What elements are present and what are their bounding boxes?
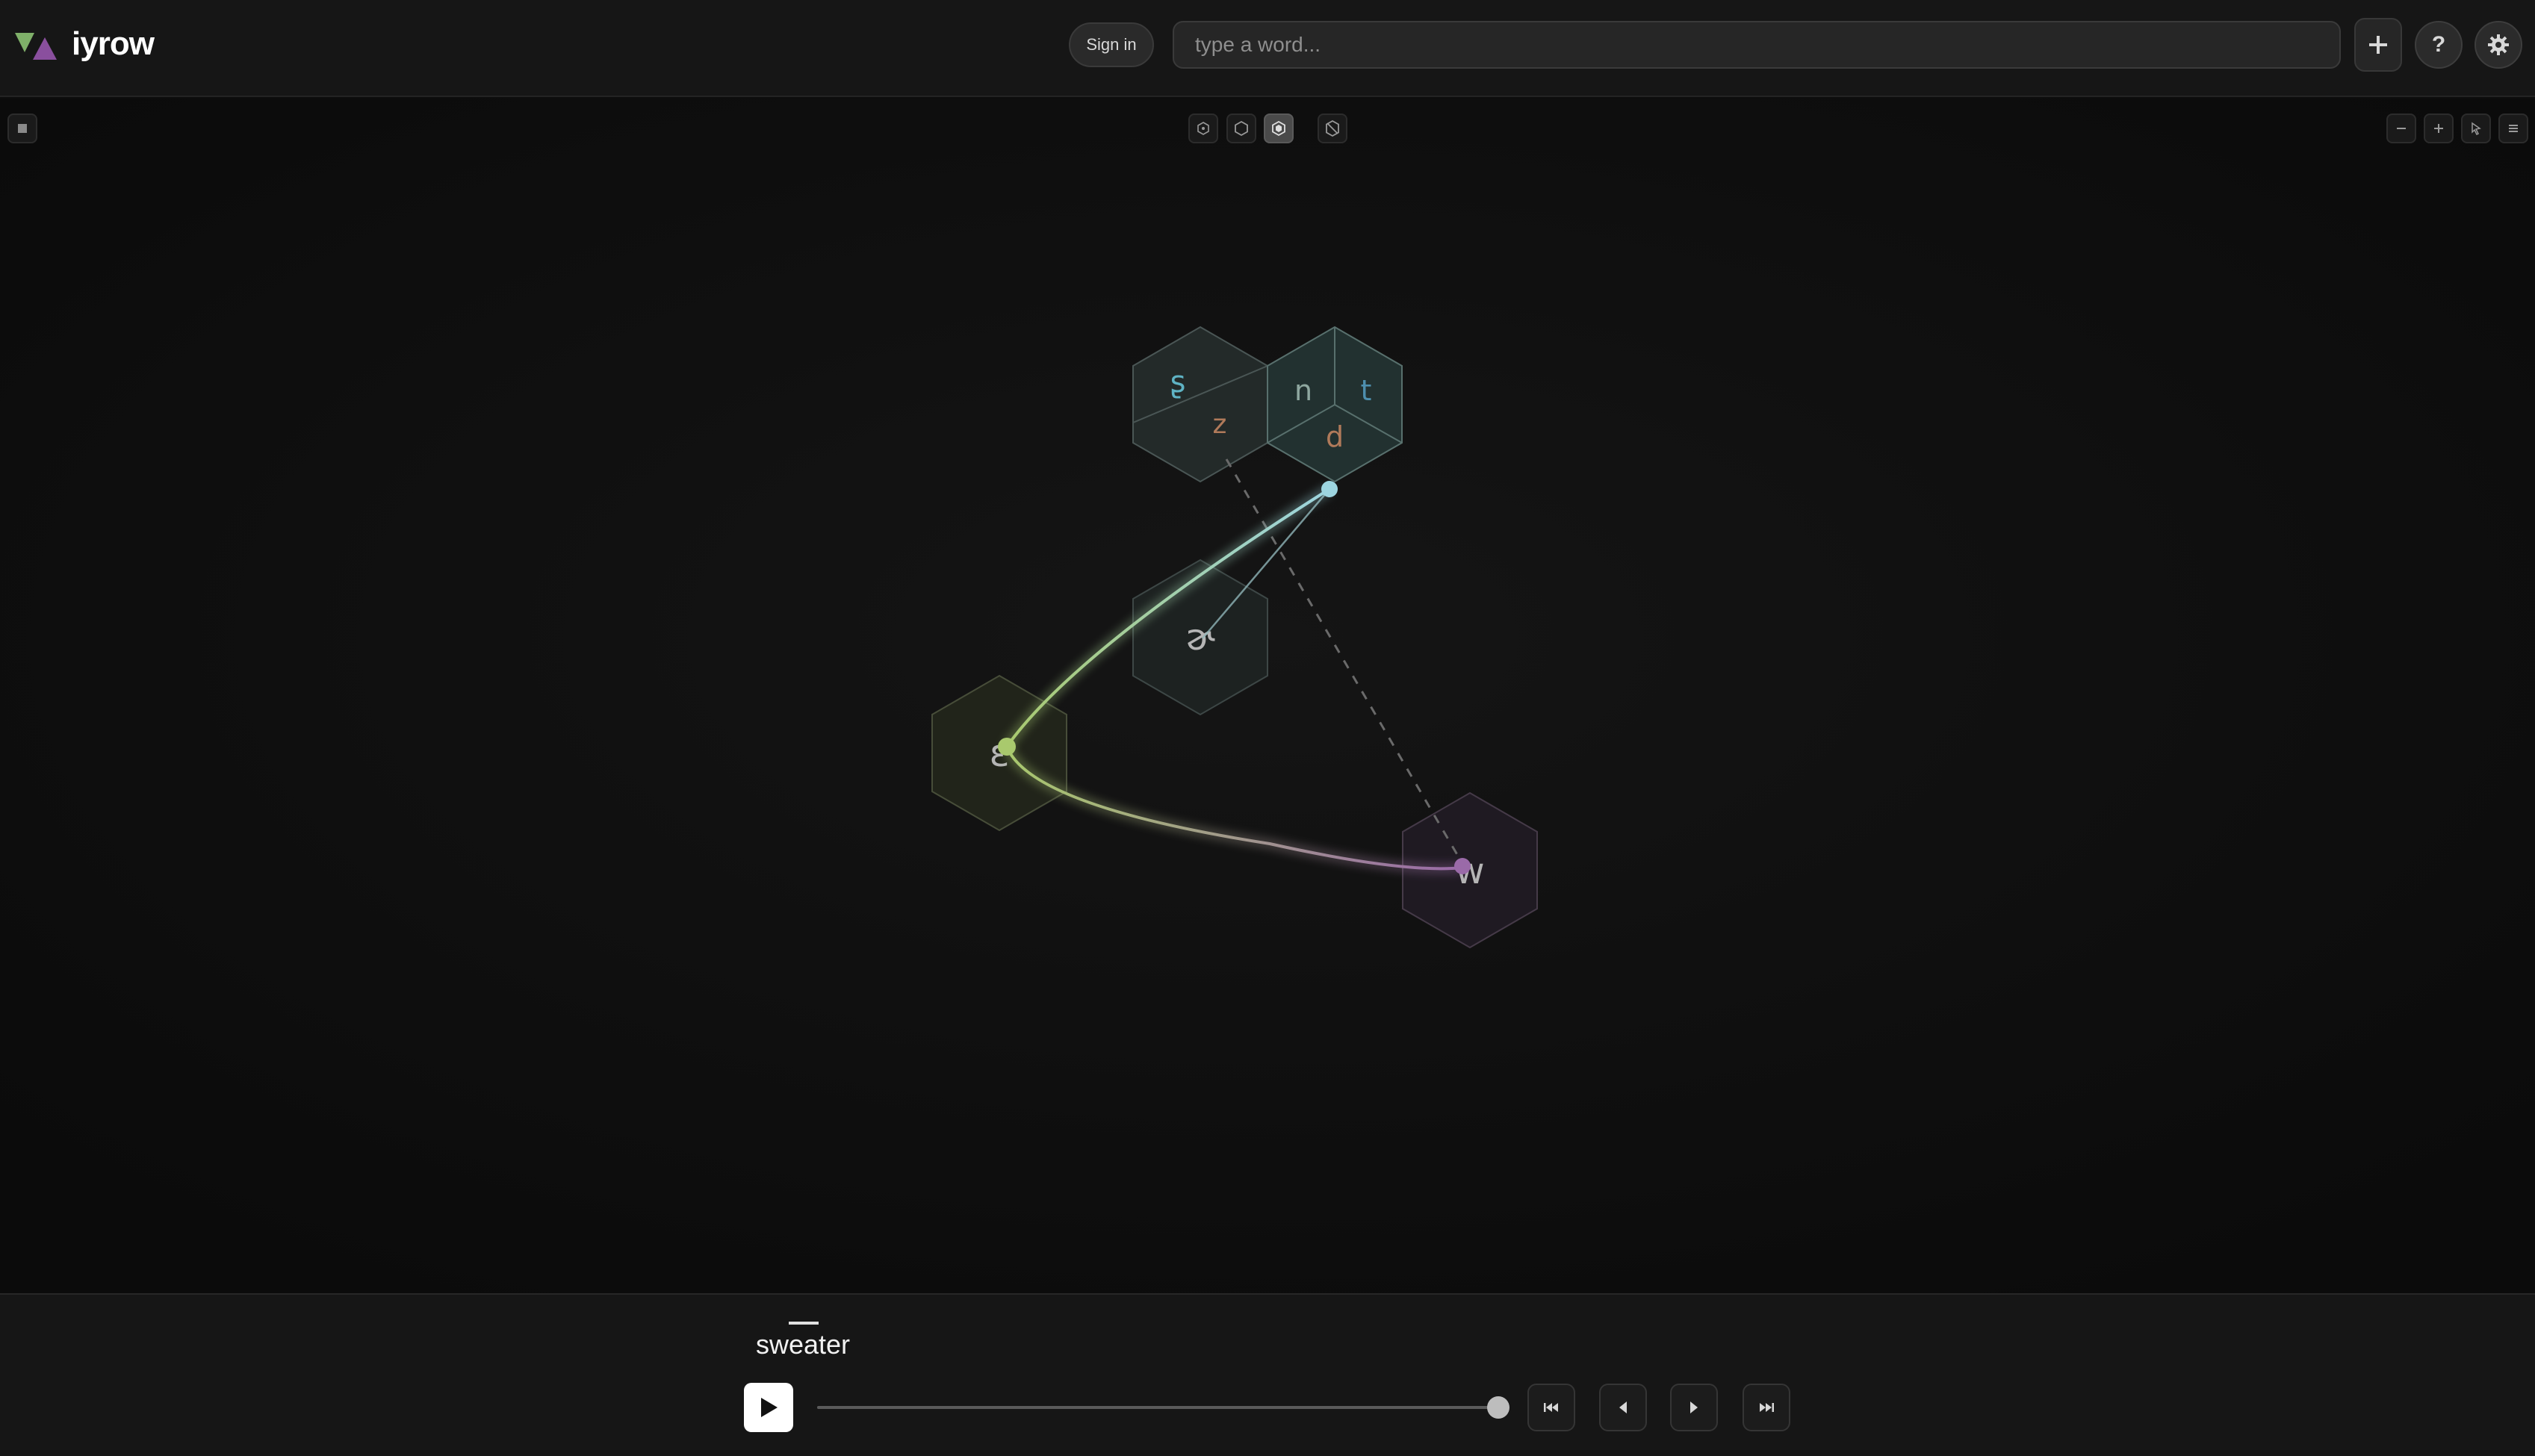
word-underline: [789, 1322, 819, 1325]
panel-toggle-button[interactable]: [7, 113, 37, 143]
glyph-z: z: [1213, 409, 1227, 440]
playback-thumb[interactable]: [1487, 1396, 1509, 1419]
view-hexagon-filled-button[interactable]: [1264, 113, 1294, 143]
hexagon-filled-icon: [1272, 120, 1285, 137]
skip-to-end-button[interactable]: [1743, 1384, 1790, 1431]
gear-icon: [2488, 34, 2509, 55]
zoom-in-icon: [2434, 124, 2443, 133]
glyph-n: n: [1294, 374, 1312, 407]
glyph-d: d: [1326, 420, 1344, 453]
play-icon: [761, 1398, 778, 1417]
help-icon: ?: [2431, 32, 2446, 57]
player-bar: [0, 1293, 2535, 1456]
help-button[interactable]: ?: [2415, 21, 2463, 69]
logo-icon: [15, 33, 57, 60]
step-back-button[interactable]: [1599, 1384, 1647, 1431]
add-button[interactable]: [2354, 18, 2402, 72]
playback-track[interactable]: [817, 1406, 1498, 1409]
zoom-in-button[interactable]: [2424, 113, 2454, 143]
step-forward-icon: [1690, 1401, 1698, 1413]
skip-to-start-button[interactable]: [1527, 1384, 1575, 1431]
play-button[interactable]: [744, 1383, 793, 1432]
glyph-retroflex-s: ʂ: [1170, 365, 1186, 399]
sign-in-button[interactable]: Sign in: [1069, 22, 1154, 67]
view-no-hexagon-button[interactable]: [1318, 113, 1347, 143]
panel-toggle-icon: [18, 124, 27, 133]
glyph-schwa: ɚ: [1185, 617, 1215, 659]
view-hexagon-small-button[interactable]: [1188, 113, 1218, 143]
path-node-middle: [998, 738, 1016, 756]
skip-to-end-icon: [1760, 1403, 1774, 1412]
hexagon-small-icon: [1197, 122, 1209, 135]
app-name: iyrow: [72, 25, 155, 62]
path-node-end: [1454, 858, 1471, 874]
app-header: iyrow Sign in ?: [0, 0, 2535, 97]
menu-icon: [2509, 125, 2518, 132]
phoneme-diagram: ʂ z n t d ɚ ɛ w: [0, 99, 2535, 1293]
zoom-out-icon: [2397, 128, 2406, 129]
glyph-t: t: [1361, 374, 1372, 407]
view-hexagon-outline-button[interactable]: [1226, 113, 1256, 143]
path-node-start: [1321, 481, 1338, 497]
current-word: sweater: [755, 1329, 851, 1360]
skip-to-start-icon: [1544, 1403, 1558, 1412]
zoom-out-button[interactable]: [2386, 113, 2416, 143]
menu-button[interactable]: [2498, 113, 2528, 143]
playback-progress: [817, 1406, 1498, 1409]
word-search-input[interactable]: [1173, 21, 2341, 69]
no-hexagon-icon: [1326, 119, 1339, 137]
settings-button[interactable]: [2475, 21, 2522, 69]
step-forward-button[interactable]: [1670, 1384, 1718, 1431]
hexagon-outline-icon: [1235, 120, 1248, 137]
plus-icon: [2369, 36, 2387, 54]
pointer-button[interactable]: [2461, 113, 2491, 143]
pointer-icon: [2472, 122, 2481, 135]
phoneme-canvas[interactable]: ʂ z n t d ɚ ɛ w: [0, 99, 2535, 1293]
step-back-icon: [1619, 1401, 1627, 1413]
